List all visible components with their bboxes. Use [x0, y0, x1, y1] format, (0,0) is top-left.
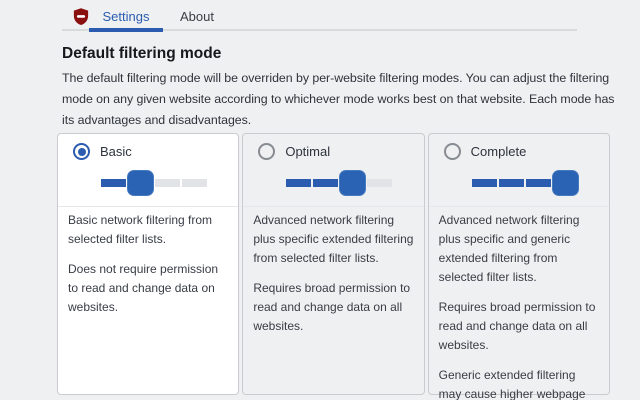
mode-paragraph: Advanced network filtering plus specific…	[438, 213, 580, 284]
ublock-shield-icon	[73, 8, 89, 26]
mode-slider[interactable]	[101, 170, 207, 196]
mode-card-header: Basic	[58, 134, 238, 206]
mode-label[interactable]: Basic	[100, 144, 132, 159]
mode-card-header: Complete	[429, 134, 609, 206]
slider-segment	[101, 179, 126, 187]
mode-paragraph: Advanced network filtering plus specific…	[253, 213, 414, 265]
mode-radio[interactable]	[258, 143, 276, 160]
intro-text: The default filtering mode will be overr…	[62, 71, 615, 127]
tab-settings[interactable]: Settings	[89, 9, 163, 29]
mode-card[interactable]: Complete Advanced network filtering plus…	[427, 133, 610, 400]
mode-radio[interactable]	[443, 143, 461, 160]
mode-description: Basic network filtering from selected fi…	[58, 207, 238, 321]
mode-label[interactable]: Optimal	[285, 144, 330, 159]
slider-segment	[367, 179, 393, 187]
slider-segment	[286, 179, 312, 187]
slider-segment	[313, 179, 339, 187]
mode-paragraph: Does not require permission to read and …	[68, 262, 219, 314]
tab-about[interactable]: About	[166, 9, 228, 29]
mode-grid: Basic Basic network filtering from selec…	[57, 133, 610, 400]
slider-segment	[155, 179, 180, 187]
slider-segment	[498, 179, 524, 187]
mode-slider[interactable]	[471, 170, 579, 196]
slider-segment	[525, 179, 551, 187]
tab-settings-active-underline	[89, 28, 163, 32]
mode-card[interactable]: Basic Basic network filtering from selec…	[57, 133, 240, 395]
mode-description: Advanced network filtering plus specific…	[243, 207, 423, 340]
mode-card-header: Optimal	[243, 134, 423, 206]
mode-label[interactable]: Complete	[471, 144, 527, 159]
mode-paragraph: Basic network filtering from selected fi…	[68, 213, 213, 246]
slider-segment	[471, 179, 497, 187]
mode-paragraph: Requires broad permission to read and ch…	[438, 300, 596, 352]
mode-slider[interactable]	[286, 170, 393, 196]
slider-thumb[interactable]	[127, 170, 154, 196]
slider-thumb[interactable]	[551, 170, 579, 196]
slider-segment	[182, 179, 207, 187]
slider-thumb[interactable]	[339, 170, 367, 196]
mode-radio[interactable]	[73, 143, 90, 160]
mode-paragraph: Generic extended filtering may cause hig…	[438, 368, 586, 400]
page-title: Default filtering mode	[62, 45, 222, 62]
mode-card[interactable]: Optimal Advanced network filtering plus …	[242, 133, 425, 395]
mode-paragraph: Requires broad permission to read and ch…	[253, 281, 411, 333]
mode-description: Advanced network filtering plus specific…	[429, 207, 609, 400]
